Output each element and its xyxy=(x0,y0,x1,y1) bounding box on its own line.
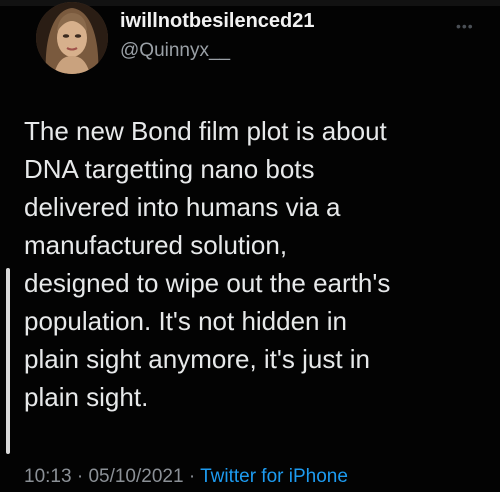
avatar[interactable] xyxy=(36,2,108,74)
display-name[interactable]: iwillnotbesilenced21 xyxy=(120,10,315,33)
left-edge-bar xyxy=(6,268,10,454)
tweet-text-line: The new Bond film plot is about xyxy=(24,116,387,146)
tweet-text-line: population. It's not hidden in xyxy=(24,306,347,336)
tweet-source-link[interactable]: Twitter for iPhone xyxy=(200,466,348,487)
avatar-portrait-icon xyxy=(36,2,108,74)
tweet-text-line: designed to wipe out the earth's xyxy=(24,268,391,298)
tweet-text-line: plain sight anymore, it's just in xyxy=(24,344,371,374)
tweet-meta: 10:13 · 05/10/2021 · Twitter for iPhone xyxy=(24,466,348,488)
more-dots-icon[interactable]: ••• xyxy=(456,18,474,34)
tweet-text-line: delivered into humans via a xyxy=(24,192,341,222)
user-handle[interactable]: @Quinnyx__ xyxy=(120,40,230,62)
tweet-text-line: DNA targetting nano bots xyxy=(24,154,315,184)
tweet-screenshot: iwillnotbesilenced21 @Quinnyx__ ••• The … xyxy=(0,0,500,492)
tweet-text-line: manufactured solution, xyxy=(24,230,288,260)
tweet-date[interactable]: 05/10/2021 xyxy=(88,466,183,487)
meta-separator: · xyxy=(76,466,84,487)
tweet-time[interactable]: 10:13 xyxy=(24,466,72,487)
tweet-text: The new Bond film plot is about DNA targ… xyxy=(24,112,486,416)
meta-separator: · xyxy=(188,466,196,487)
tweet-text-line: plain sight. xyxy=(24,382,149,412)
